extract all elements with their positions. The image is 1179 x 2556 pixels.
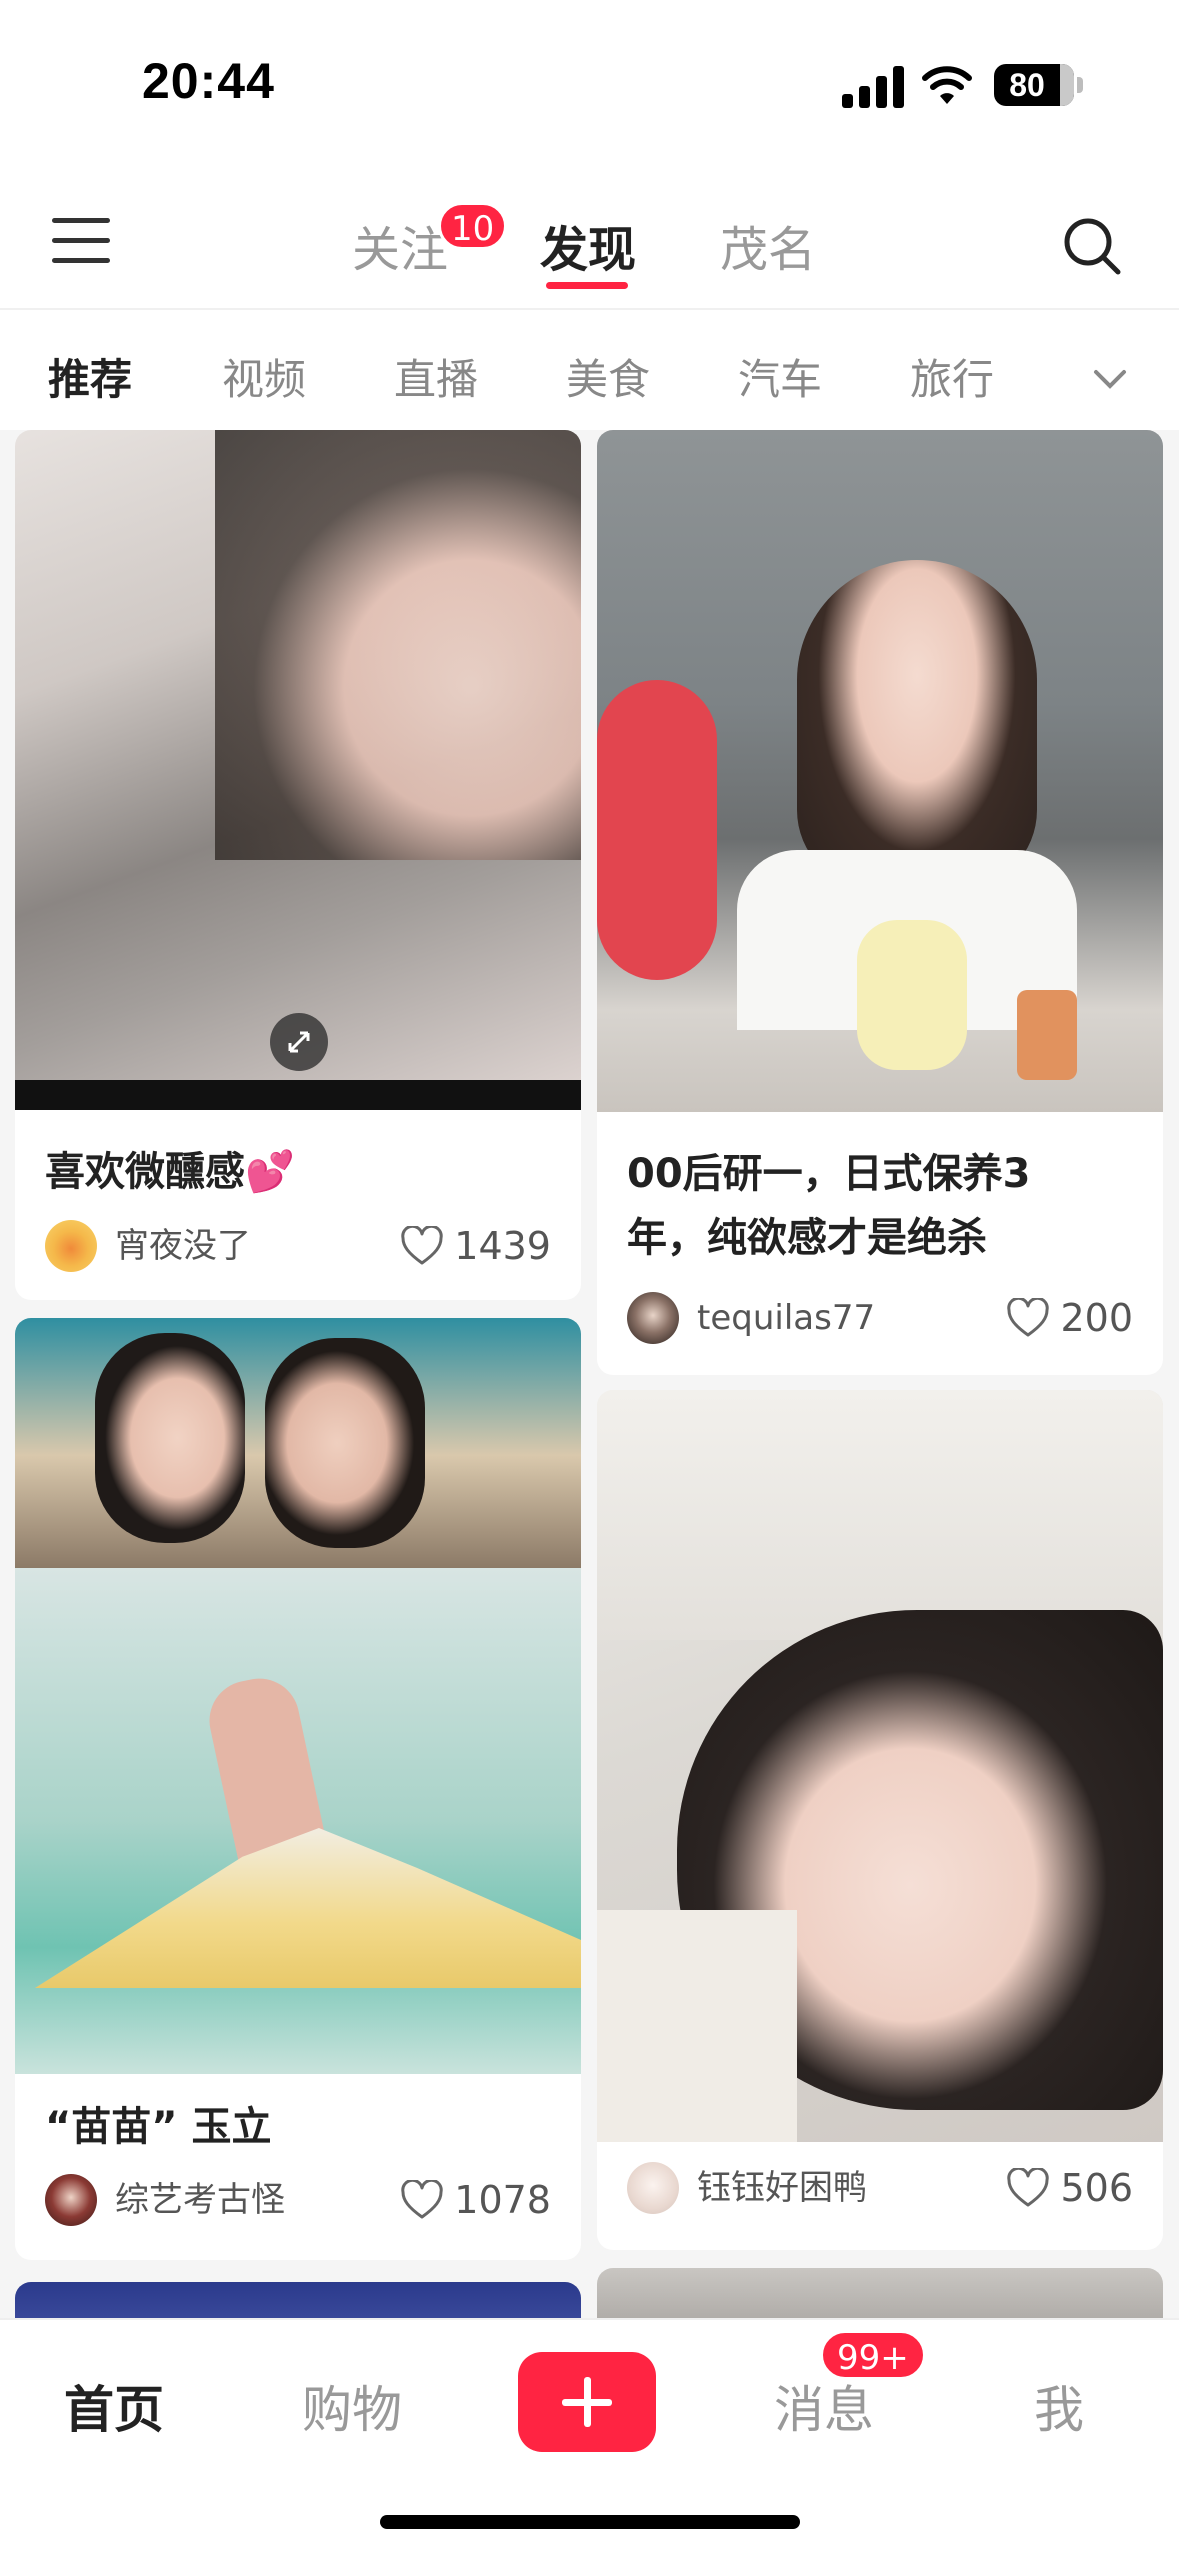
feed-card[interactable]: 喜欢微醺感💕 宵夜没了 1439: [15, 430, 581, 1300]
like-count: 1439: [454, 1224, 551, 1268]
menu-icon[interactable]: [52, 218, 112, 264]
post-author[interactable]: 宵夜没了: [115, 1220, 251, 1272]
feed-card[interactable]: 00后研一，日式保养3 年，纯欲感才是绝杀 tequilas77 200: [597, 430, 1163, 1375]
post-title[interactable]: “苗苗” 玉立: [45, 2095, 272, 2159]
tab-follow[interactable]: 关注: [352, 210, 448, 280]
tab-home[interactable]: 首页: [64, 2370, 164, 2442]
category-travel[interactable]: 旅行: [910, 346, 994, 407]
like-button[interactable]: 506: [1006, 2162, 1133, 2214]
tab-me[interactable]: 我: [1034, 2370, 1084, 2442]
category-bar: 推荐 视频 直播 美食 汽车 旅行: [0, 310, 1179, 430]
expand-icon[interactable]: [270, 1013, 328, 1071]
category-video[interactable]: 视频: [222, 346, 306, 407]
post-title-line-1[interactable]: 00后研一，日式保养3: [627, 1142, 1031, 1206]
battery-level: 80: [1009, 67, 1045, 103]
wifi-icon: [922, 66, 972, 104]
top-nav: 关注 10 发现 茂名: [0, 170, 1179, 310]
post-title-line-2[interactable]: 年，纯欲感才是绝杀: [627, 1206, 987, 1270]
heart-icon: [1007, 1298, 1050, 1337]
plus-icon[interactable]: [518, 2352, 656, 2452]
post-author[interactable]: 综艺考古怪: [115, 2174, 285, 2226]
category-expand-button[interactable]: [1050, 342, 1170, 412]
battery-icon: 80: [994, 64, 1074, 106]
post-image[interactable]: [15, 430, 581, 1110]
post-author[interactable]: 钰钰好困鸭: [697, 2162, 867, 2214]
post-image[interactable]: [597, 1390, 1163, 2142]
avatar[interactable]: [45, 1220, 97, 1272]
active-tab-indicator: [546, 282, 628, 289]
category-recommend[interactable]: 推荐: [48, 346, 132, 407]
feed-card[interactable]: 钰钰好困鸭 506: [597, 1390, 1163, 2250]
post-image[interactable]: [15, 1318, 581, 2074]
heart-icon: [401, 1226, 443, 1265]
message-badge: 99+: [820, 2330, 926, 2380]
like-count: 200: [1060, 1296, 1133, 1340]
like-count: 1078: [454, 2178, 551, 2222]
heart-icon: [401, 2180, 443, 2219]
like-count: 506: [1060, 2166, 1133, 2210]
like-button[interactable]: 200: [1006, 1292, 1133, 1344]
like-button[interactable]: 1439: [400, 1220, 551, 1272]
avatar[interactable]: [627, 2162, 679, 2214]
post-title[interactable]: 喜欢微醺感💕: [45, 1140, 295, 1204]
post-image[interactable]: [597, 430, 1163, 1112]
app-screen: 20:44 80 关注 10 发现 茂名 推荐 视频 直播 美食 汽车 旅行 喜…: [0, 0, 1179, 2556]
tab-local[interactable]: 茂名: [720, 210, 816, 280]
chevron-down-icon: [1094, 370, 1126, 389]
feed-card[interactable]: “苗苗” 玉立 综艺考古怪 1078: [15, 1318, 581, 2260]
follow-badge: 10: [438, 202, 508, 250]
search-icon[interactable]: [1060, 214, 1124, 278]
tab-discover[interactable]: 发现: [540, 210, 636, 280]
battery-tip: [1077, 77, 1083, 93]
status-time: 20:44: [142, 53, 275, 109]
category-car[interactable]: 汽车: [738, 346, 822, 407]
category-live[interactable]: 直播: [394, 346, 478, 407]
tab-shopping[interactable]: 购物: [302, 2370, 402, 2442]
category-food[interactable]: 美食: [566, 346, 650, 407]
avatar[interactable]: [45, 2174, 97, 2226]
cellular-signal-icon: [842, 64, 904, 108]
heart-icon: [1007, 2168, 1050, 2207]
avatar[interactable]: [627, 1292, 679, 1344]
home-indicator[interactable]: [380, 2515, 800, 2529]
like-button[interactable]: 1078: [400, 2174, 551, 2226]
post-author[interactable]: tequilas77: [697, 1292, 875, 1344]
status-bar: 20:44 80: [0, 0, 1179, 170]
